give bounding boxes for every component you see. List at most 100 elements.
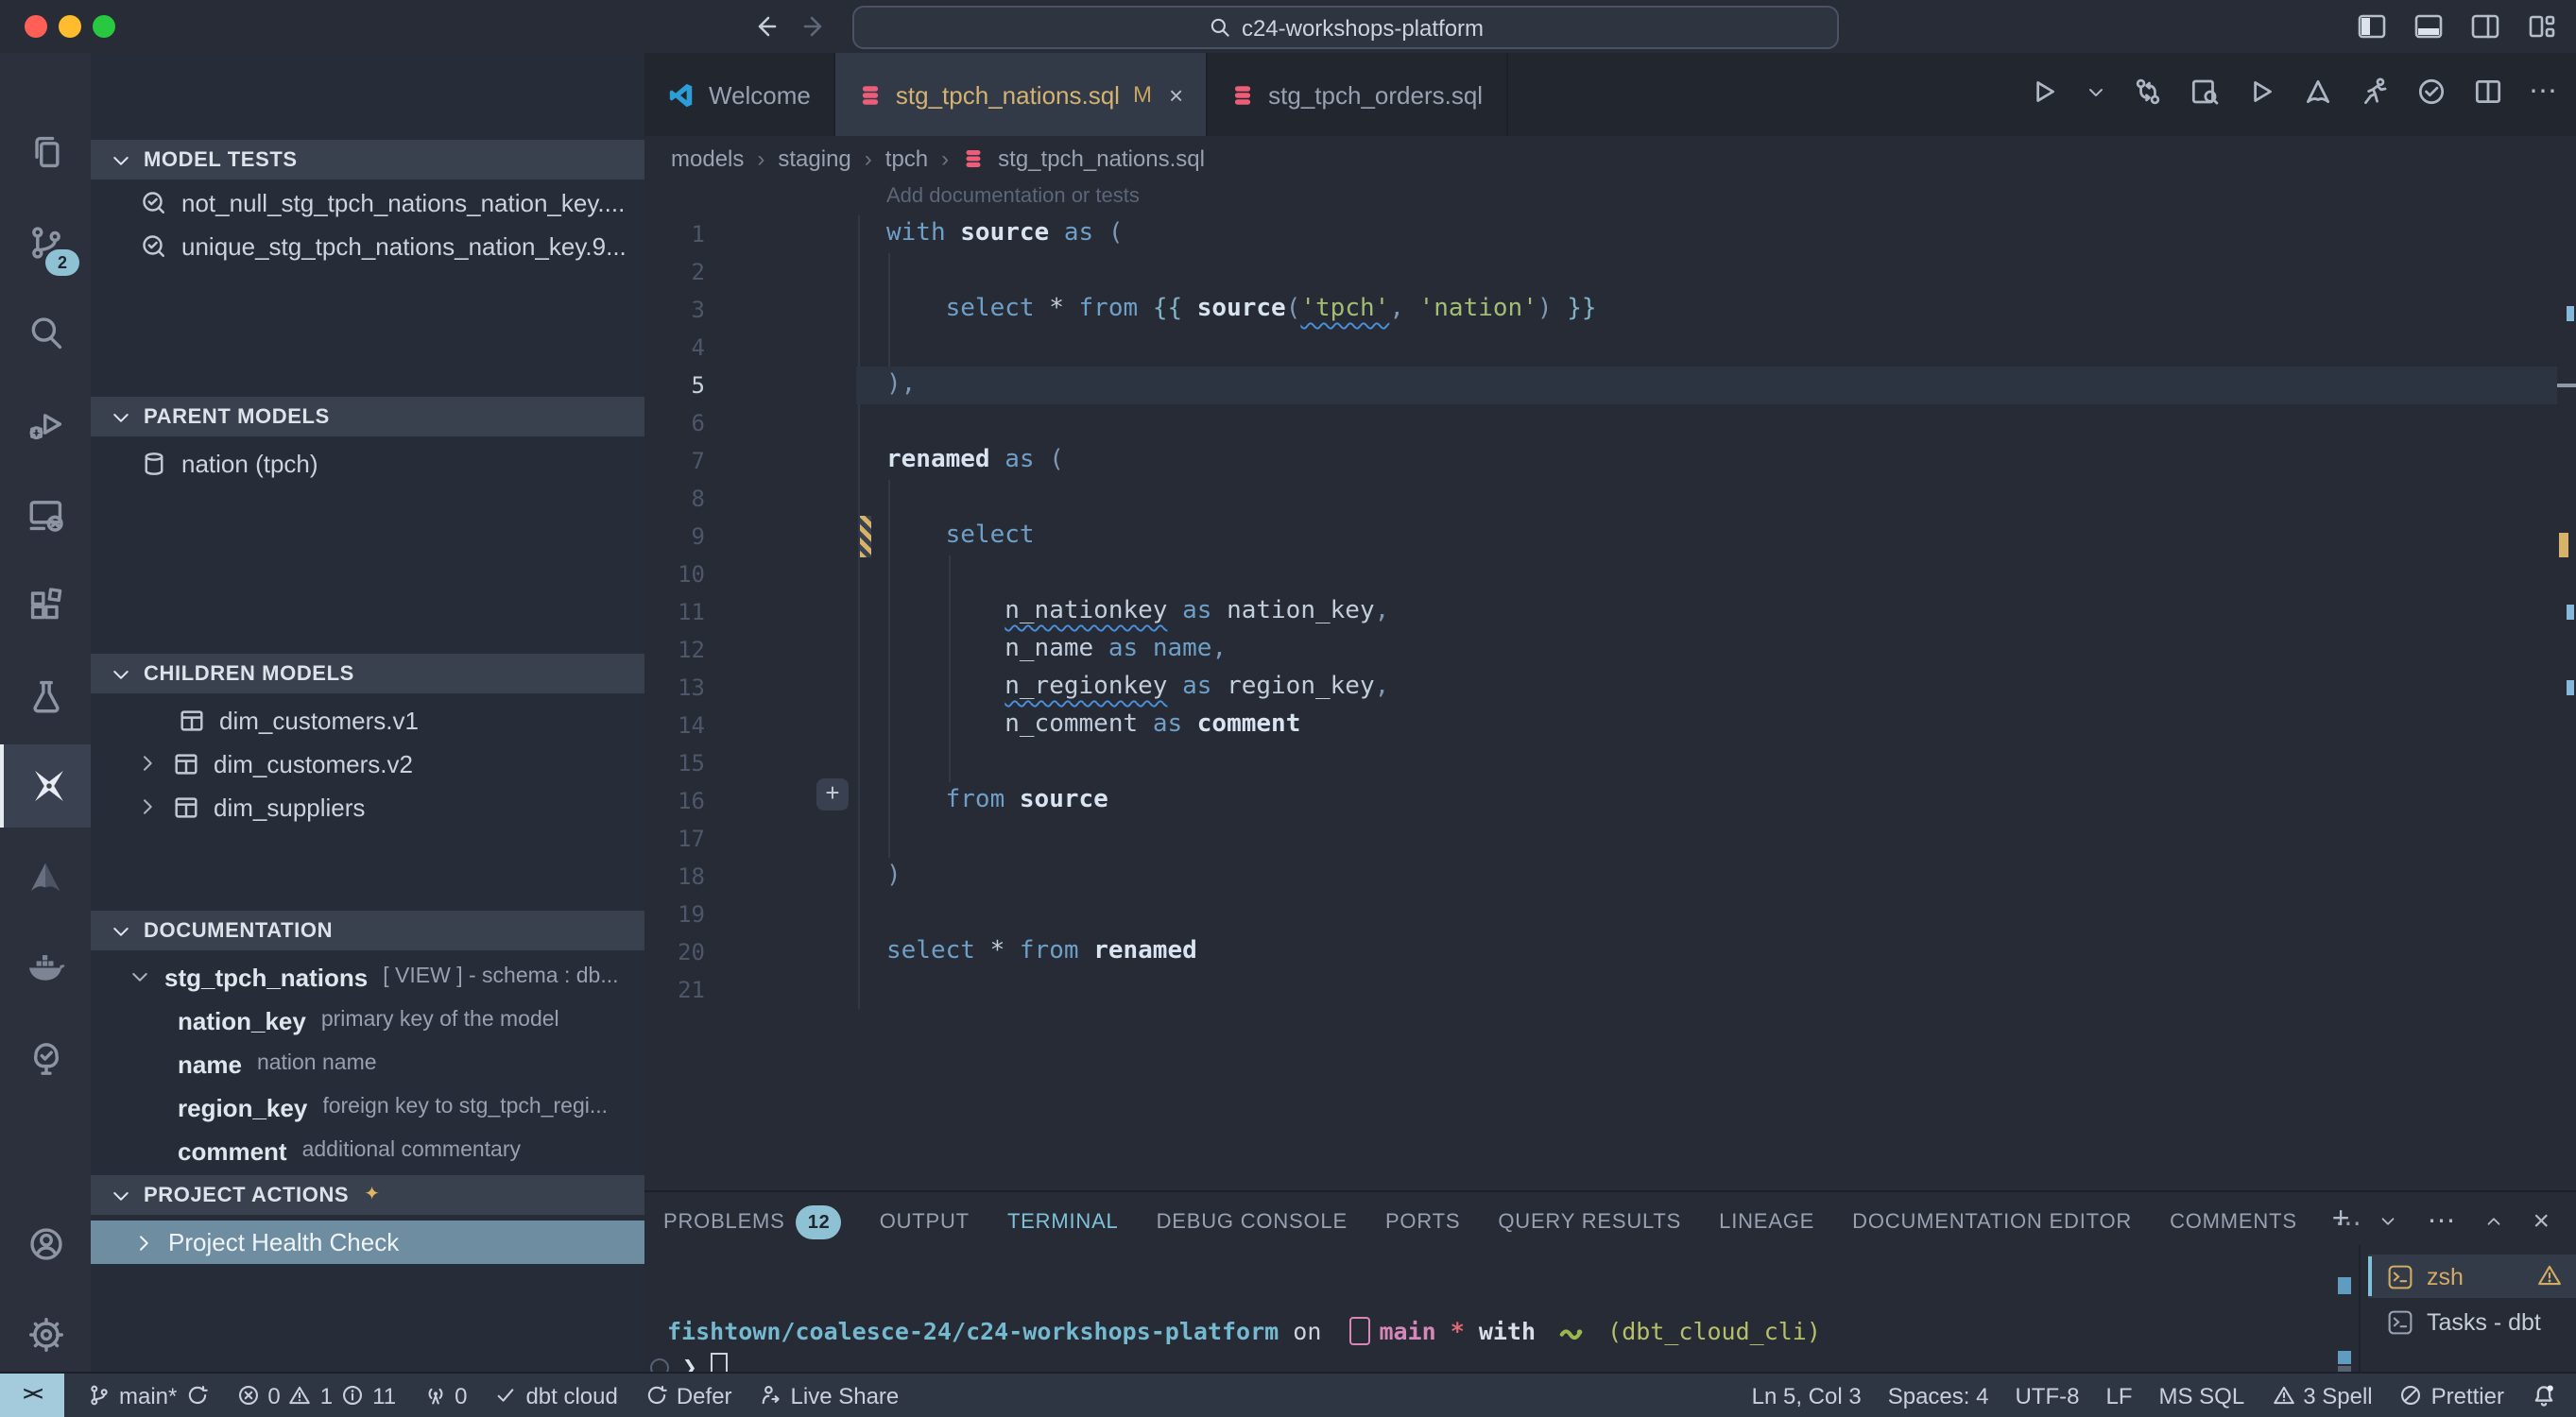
doc-column-row[interactable]: region_key foreign key to stg_tpch_regi.… bbox=[91, 1086, 646, 1128]
breadcrumb-item[interactable]: models bbox=[671, 145, 744, 172]
code-line[interactable]: 6 bbox=[644, 404, 2576, 442]
breadcrumb-item[interactable]: stg_tpch_nations.sql bbox=[998, 145, 1205, 172]
problems-status[interactable]: 0 1 11 bbox=[235, 1382, 396, 1408]
back-button[interactable] bbox=[745, 6, 786, 47]
code-line[interactable]: 8 bbox=[644, 480, 2576, 518]
section-documentation[interactable]: DOCUMENTATION bbox=[91, 911, 644, 950]
git-branch-status[interactable]: main* bbox=[87, 1382, 209, 1408]
code-line[interactable]: 15 bbox=[644, 744, 2576, 782]
code-line[interactable]: 17 bbox=[644, 820, 2576, 858]
toggle-secondary-sidebar-icon[interactable] bbox=[2470, 11, 2500, 42]
prettier-status[interactable]: Prettier bbox=[2399, 1382, 2504, 1408]
dbt-power-user-icon[interactable] bbox=[0, 744, 94, 828]
source-control-icon[interactable]: 2 bbox=[0, 200, 91, 283]
code-line[interactable]: 13 n_regionkey as region_key, bbox=[644, 669, 2576, 707]
tab-welcome[interactable]: Welcome bbox=[644, 53, 835, 136]
new-terminal-icon[interactable]: + bbox=[2332, 1204, 2350, 1238]
doc-model-row[interactable]: stg_tpch_nations [ VIEW ] - schema : db.… bbox=[91, 956, 646, 998]
tab-documentation-editor[interactable]: DOCUMENTATION EDITOR bbox=[1852, 1211, 2132, 1234]
tab-output[interactable]: OUTPUT bbox=[880, 1211, 970, 1234]
search-icon[interactable] bbox=[0, 291, 91, 374]
doc-column-row[interactable]: name nation name bbox=[91, 1043, 646, 1084]
maximize-traffic-light[interactable] bbox=[93, 15, 115, 38]
panel-more-icon[interactable]: ⋯ bbox=[2427, 1204, 2455, 1238]
tab-ports[interactable]: PORTS bbox=[1385, 1211, 1460, 1234]
close-traffic-light[interactable] bbox=[25, 15, 47, 38]
model-test-item[interactable]: not_null_stg_tpch_nations_nation_key.... bbox=[91, 181, 646, 223]
ports-status[interactable]: 0 bbox=[422, 1382, 467, 1408]
section-parent-models[interactable]: PARENT MODELS bbox=[91, 397, 644, 436]
code-line[interactable]: 9 select bbox=[644, 518, 2576, 555]
child-model-item[interactable]: dim_customers.v2 bbox=[91, 743, 646, 784]
execute-icon[interactable] bbox=[2245, 76, 2277, 108]
code-line[interactable]: 3 select * from {{ source('tpch', 'natio… bbox=[644, 291, 2576, 329]
git-compare-icon[interactable] bbox=[2132, 76, 2164, 108]
encoding-setting[interactable]: UTF-8 bbox=[2015, 1382, 2079, 1408]
code-line[interactable]: 12 n_name as name, bbox=[644, 631, 2576, 669]
indentation-setting[interactable]: Spaces: 4 bbox=[1888, 1382, 1989, 1408]
tab-terminal[interactable]: TERMINAL bbox=[1007, 1211, 1119, 1234]
gutter-add-button[interactable]: + bbox=[816, 778, 849, 811]
code-line[interactable]: 16 from source bbox=[644, 782, 2576, 820]
spell-status[interactable]: 3 Spell bbox=[2271, 1382, 2372, 1408]
section-project-actions[interactable]: PROJECT ACTIONS ✦ bbox=[91, 1175, 644, 1215]
more-actions-icon[interactable]: ⋯ bbox=[2529, 82, 2557, 101]
docker-icon[interactable] bbox=[0, 926, 91, 1009]
breadcrumb-item[interactable]: staging bbox=[778, 145, 850, 172]
doc-column-row[interactable]: comment additional commentary bbox=[91, 1130, 646, 1171]
child-model-item[interactable]: dim_customers.v1 bbox=[91, 699, 646, 741]
preview-query-icon[interactable] bbox=[2189, 76, 2221, 108]
split-editor-icon[interactable] bbox=[2472, 76, 2504, 108]
code-line[interactable]: 1with source as ( bbox=[644, 215, 2576, 253]
terminal-list-item-tasks-dbt[interactable]: Tasks - dbt bbox=[2368, 1300, 2576, 1343]
run-model-icon[interactable] bbox=[2028, 76, 2060, 108]
section-children-models[interactable]: CHILDREN MODELS bbox=[91, 654, 644, 693]
remote-explorer-icon[interactable] bbox=[0, 472, 91, 555]
terminal-dropdown-chevron-icon[interactable] bbox=[2378, 1210, 2398, 1231]
account-icon[interactable] bbox=[0, 1202, 91, 1285]
run-dropdown-chevron-icon[interactable] bbox=[2085, 80, 2107, 103]
dbt-cloud-status[interactable]: dbt cloud bbox=[493, 1382, 617, 1408]
code-line[interactable]: 11 n_nationkey as nation_key, bbox=[644, 593, 2576, 631]
project-health-check-item[interactable]: Project Health Check bbox=[91, 1221, 646, 1264]
tab-lineage[interactable]: LINEAGE bbox=[1719, 1211, 1814, 1234]
dbt-docs-icon[interactable] bbox=[2302, 76, 2334, 108]
defer-status[interactable]: Defer bbox=[644, 1382, 732, 1408]
toggle-sidebar-icon[interactable] bbox=[2357, 11, 2387, 42]
codelens-add-documentation[interactable]: Add documentation or tests bbox=[886, 185, 1140, 208]
tab-comments[interactable]: COMMENTS bbox=[2170, 1211, 2297, 1234]
code-line[interactable]: 20select * from renamed bbox=[644, 933, 2576, 971]
breadcrumb-item[interactable]: tpch bbox=[885, 145, 928, 172]
toggle-panel-icon[interactable] bbox=[2413, 11, 2444, 42]
extensions-icon[interactable] bbox=[0, 563, 91, 646]
tab-stg-tpch-nations[interactable]: stg_tpch_nations.sql M × bbox=[835, 53, 1208, 136]
cursor-position[interactable]: Ln 5, Col 3 bbox=[1752, 1382, 1862, 1408]
settings-gear-icon[interactable] bbox=[0, 1292, 91, 1375]
code-line[interactable]: 10 bbox=[644, 555, 2576, 593]
language-mode[interactable]: MS SQL bbox=[2159, 1382, 2245, 1408]
maximize-panel-chevron-icon[interactable] bbox=[2483, 1210, 2504, 1231]
tab-debug-console[interactable]: DEBUG CONSOLE bbox=[1157, 1211, 1348, 1234]
command-center-search[interactable]: c24-workshops-platform bbox=[852, 6, 1839, 49]
tab-problems[interactable]: PROBLEMS12 bbox=[663, 1205, 842, 1239]
minimize-traffic-light[interactable] bbox=[59, 15, 81, 38]
tab-query-results[interactable]: QUERY RESULTS bbox=[1498, 1211, 1681, 1234]
tree-check-icon[interactable] bbox=[0, 1016, 91, 1100]
code-editor[interactable]: Add documentation or tests 1with source … bbox=[644, 181, 2576, 1190]
code-line[interactable]: 18) bbox=[644, 858, 2576, 896]
eol-setting[interactable]: LF bbox=[2105, 1382, 2132, 1408]
code-line[interactable]: 14 n_comment as comment bbox=[644, 707, 2576, 744]
code-line[interactable]: 21 bbox=[644, 971, 2576, 1009]
test-runner-icon[interactable] bbox=[2359, 76, 2391, 108]
run-debug-icon[interactable] bbox=[0, 382, 91, 465]
model-test-item[interactable]: unique_stg_tpch_nations_nation_key.9... bbox=[91, 225, 646, 266]
notifications-bell[interactable] bbox=[2531, 1382, 2557, 1408]
forward-button[interactable] bbox=[794, 6, 835, 47]
parent-model-item[interactable]: nation (tpch) bbox=[91, 442, 646, 484]
remote-indicator[interactable]: >< bbox=[0, 1374, 64, 1417]
dbt-logo-icon[interactable] bbox=[0, 835, 91, 918]
section-model-tests[interactable]: MODEL TESTS bbox=[91, 140, 644, 179]
child-model-item[interactable]: dim_suppliers bbox=[91, 786, 646, 828]
customize-layout-icon[interactable] bbox=[2527, 11, 2557, 42]
overview-ruler[interactable] bbox=[2557, 181, 2576, 1190]
